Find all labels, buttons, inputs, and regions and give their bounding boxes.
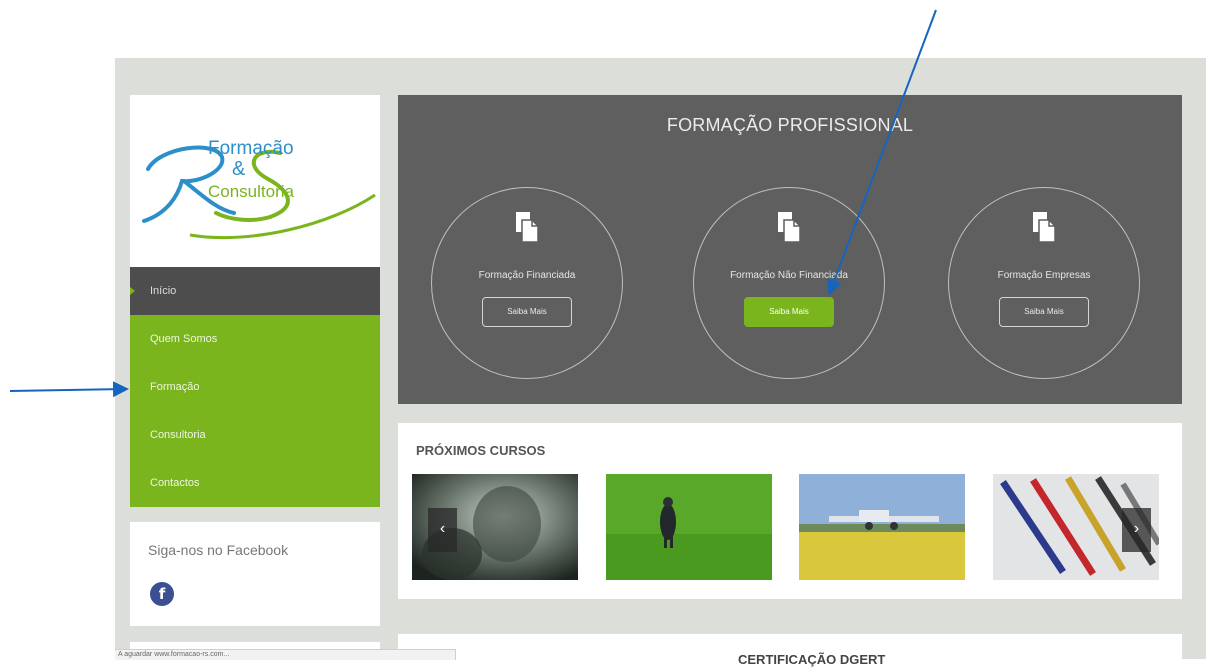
logo-mark: Formação & Consultoria bbox=[142, 138, 376, 240]
facebook-widget: Siga-nos no Facebook f bbox=[130, 522, 380, 626]
nav-item-consultoria[interactable]: Consultoria bbox=[130, 411, 380, 459]
courses-title: PRÓXIMOS CURSOS bbox=[416, 443, 546, 458]
course-thumb-2[interactable] bbox=[606, 474, 772, 580]
card-label: Formação Empresas bbox=[997, 270, 1091, 281]
document-icon bbox=[778, 212, 800, 242]
course-image bbox=[606, 474, 772, 580]
document-icon bbox=[1033, 212, 1055, 242]
facebook-title: Siga-nos no Facebook bbox=[148, 542, 289, 558]
annotation-arrow-left bbox=[9, 381, 129, 398]
logo-top-text: Formação bbox=[208, 138, 294, 159]
course-image bbox=[799, 474, 965, 580]
site-logo[interactable]: Formação & Consultoria bbox=[130, 95, 380, 267]
certification-title: CERTIFICAÇÃO DGERT bbox=[738, 652, 886, 667]
nav-item-inicio[interactable]: Início bbox=[130, 267, 380, 315]
saiba-mais-button[interactable]: Saiba Mais bbox=[999, 297, 1089, 327]
card-formacao-financiada: Formação Financiada Saiba Mais bbox=[431, 187, 623, 379]
upcoming-courses: PRÓXIMOS CURSOS ‹ › bbox=[398, 423, 1182, 599]
card-formacao-empresas: Formação Empresas Saiba Mais bbox=[948, 187, 1140, 379]
certification-section: CERTIFICAÇÃO DGERT bbox=[398, 634, 1182, 667]
nav-item-formacao[interactable]: Formação bbox=[130, 363, 380, 411]
sidebar-nav: Início Quem Somos Formação Consultoria C… bbox=[130, 267, 380, 507]
saiba-mais-button[interactable]: Saiba Mais bbox=[744, 297, 834, 327]
hero-title: FORMAÇÃO PROFISSIONAL bbox=[666, 115, 914, 135]
carousel-next-button[interactable]: › bbox=[1122, 508, 1151, 552]
facebook-icon[interactable]: f bbox=[150, 582, 174, 606]
carousel-prev-button[interactable]: ‹ bbox=[428, 508, 457, 552]
card-label: Formação Financiada bbox=[478, 270, 576, 281]
document-icon bbox=[516, 212, 538, 242]
course-thumb-3[interactable] bbox=[799, 474, 965, 580]
logo-ampersand: & bbox=[232, 158, 246, 180]
card-label: Formação Não Financiada bbox=[730, 270, 848, 281]
training-hero: FORMAÇÃO PROFISSIONAL Formação Financiad… bbox=[398, 95, 1182, 404]
logo-bottom-text: Consultoria bbox=[208, 182, 295, 201]
saiba-mais-button[interactable]: Saiba Mais bbox=[482, 297, 572, 327]
card-formacao-nao-financiada: Formação Não Financiada Saiba Mais bbox=[693, 187, 885, 379]
nav-item-contactos[interactable]: Contactos bbox=[130, 459, 380, 507]
nav-item-quem-somos[interactable]: Quem Somos bbox=[130, 315, 380, 363]
browser-status-bar: A aguardar www.formacao-rs.com... bbox=[115, 649, 456, 660]
